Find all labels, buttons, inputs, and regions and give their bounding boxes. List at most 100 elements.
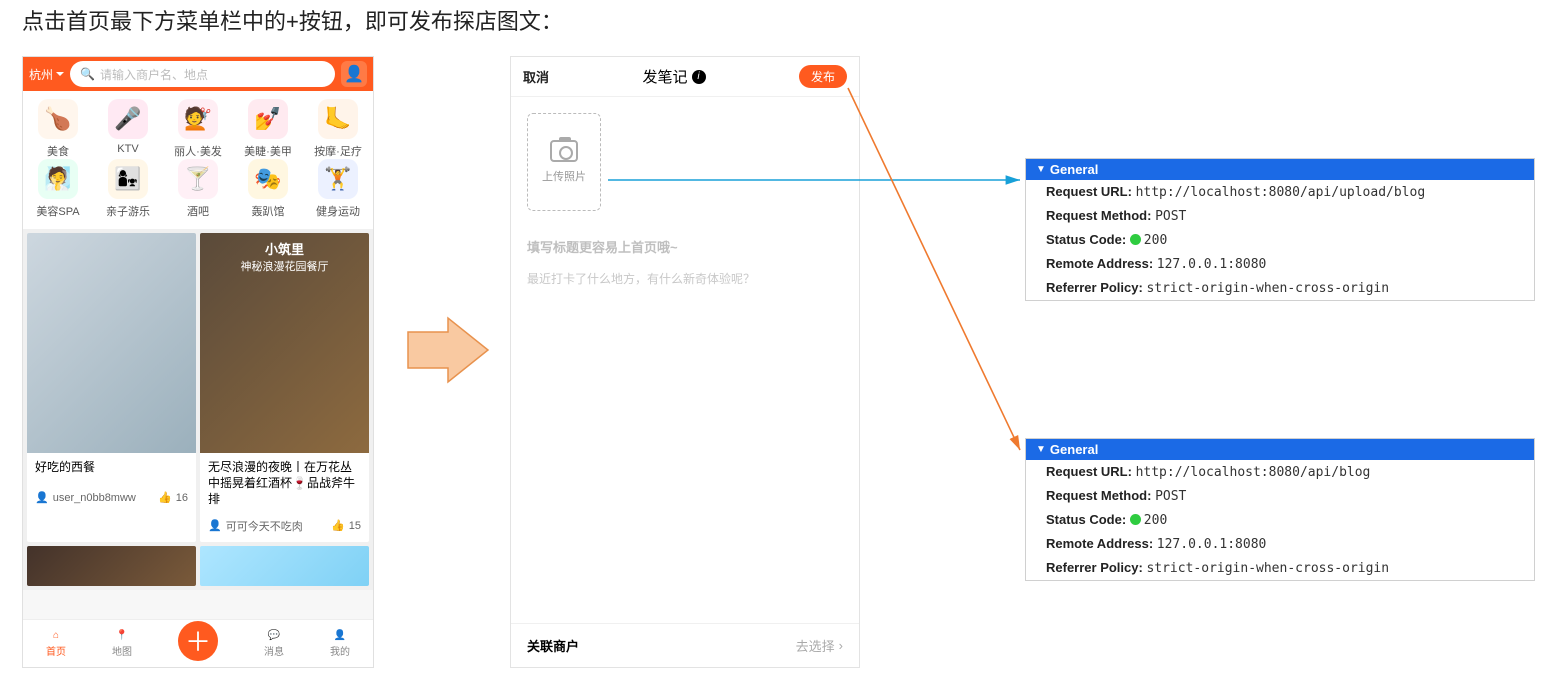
status-dot-icon: [1130, 514, 1141, 525]
feed-likes: 16: [176, 492, 188, 504]
value-request-url: http://localhost:8080/api/blog: [1136, 465, 1371, 480]
user-avatar-icon: 👤: [208, 519, 222, 532]
devtools-general-header[interactable]: General: [1026, 159, 1534, 180]
feed-overlay-title: 小筑里: [265, 239, 304, 258]
feed-title: 好吃的西餐: [27, 453, 196, 487]
devtools-panel-blog: General Request URL: http://localhost:80…: [1025, 438, 1535, 581]
publish-arrow: [848, 88, 1020, 450]
category-icon: 🧖: [38, 159, 78, 199]
feed-card-stub[interactable]: [27, 546, 196, 586]
publish-button[interactable]: 发布: [799, 65, 847, 88]
feed-card[interactable]: 小筑里 神秘浪漫花园餐厅 无尽浪漫的夜晚丨在万花丛中摇晃着红酒杯🍷品战斧牛排 👤…: [200, 233, 369, 542]
category-label: 美容SPA: [36, 203, 79, 219]
label-referrer-policy: Referrer Policy:: [1046, 280, 1143, 295]
category-grid: 🍗 美食 🎤 KTV 💇 丽人·美发 💅美睫·美甲 🦶 按摩·足疗 🧖 美容SPA 👩‍👧亲子游乐🍸酒…: [23, 91, 373, 229]
category-item[interactable]: 💅美睫·美甲: [233, 99, 303, 159]
status-dot-icon: [1130, 234, 1141, 245]
feed-image: [27, 233, 196, 453]
note-title-input[interactable]: 填写标题更容易上首页哦~: [527, 227, 843, 266]
category-item[interactable]: 🎭 轰趴馆: [233, 159, 303, 219]
label-referrer-policy: Referrer Policy:: [1046, 560, 1143, 575]
upload-photo-button[interactable]: 上传照片: [527, 113, 601, 211]
category-item[interactable]: 🧖 美容SPA: [23, 159, 93, 219]
note-body-input[interactable]: 最近打卡了什么地方，有什么新奇体验呢？: [527, 266, 843, 291]
tab-label: 首页: [46, 643, 66, 658]
city-selector[interactable]: 杭州: [29, 66, 64, 83]
category-icon: 💇: [178, 99, 218, 139]
feed: 好吃的西餐 👤user_n0bb8mww 👍16 小筑里 神秘浪漫花园餐厅 无尽…: [23, 229, 373, 590]
category-icon: 💅: [248, 99, 288, 139]
category-label: 按摩·足疗: [314, 143, 362, 159]
phone-home-mock: 杭州 🔍 请输入商户名、地点 👤 🍗 美食 🎤 KTV 💇 丽人·美发 💅美睫·美甲 🦶 按摩·…: [22, 56, 374, 668]
user-icon: 👤: [334, 630, 346, 641]
devtools-general-header[interactable]: General: [1026, 439, 1534, 460]
label-request-method: Request Method:: [1046, 488, 1151, 503]
category-label: 美食: [47, 143, 69, 159]
tab-map[interactable]: 📍 地图: [112, 630, 132, 658]
feed-image: [27, 546, 196, 586]
search-icon: 🔍: [80, 67, 95, 81]
category-icon: 🎭: [248, 159, 288, 199]
home-topbar: 杭州 🔍 请输入商户名、地点 👤: [23, 57, 373, 91]
category-item[interactable]: 🏋️健身运动: [303, 159, 373, 219]
thumbs-up-icon: 👍: [331, 519, 345, 532]
compose-title-text: 发笔记: [642, 66, 687, 87]
category-item[interactable]: 🍗 美食: [23, 99, 93, 159]
user-avatar-icon: 👤: [35, 491, 49, 504]
compose-plus-button[interactable]: ＋: [178, 621, 218, 661]
flow-arrow-icon: [408, 310, 488, 390]
feed-card-stub[interactable]: [200, 546, 369, 586]
cancel-button[interactable]: 取消: [523, 67, 549, 86]
category-label: 丽人·美发: [174, 143, 222, 159]
category-item[interactable]: 👩‍👧亲子游乐: [93, 159, 163, 219]
page-heading: 点击首页最下方菜单栏中的+按钮，即可发布探店图文：: [22, 4, 563, 36]
category-icon: 🍗: [38, 99, 78, 139]
category-icon: 🎤: [108, 99, 148, 139]
user-icon[interactable]: 👤: [341, 61, 367, 87]
value-remote-address: 127.0.0.1:8080: [1157, 257, 1267, 272]
thumbs-up-icon: 👍: [158, 491, 172, 504]
related-merchant-label: 关联商户: [527, 636, 579, 655]
tab-mine[interactable]: 👤 我的: [330, 630, 350, 658]
tab-label: 我的: [330, 643, 350, 658]
search-input[interactable]: 🔍 请输入商户名、地点: [70, 61, 335, 87]
category-label: 亲子游乐: [106, 203, 150, 219]
select-label: 去选择: [796, 636, 835, 655]
value-request-method: POST: [1155, 209, 1186, 224]
value-remote-address: 127.0.0.1:8080: [1157, 537, 1267, 552]
category-item[interactable]: 🎤 KTV: [93, 99, 163, 159]
label-request-method: Request Method:: [1046, 208, 1151, 223]
category-label: 健身运动: [316, 203, 360, 219]
feed-user: 可可今天不吃肉: [226, 518, 303, 534]
value-request-url: http://localhost:8080/api/upload/blog: [1136, 185, 1426, 200]
devtools-panel-upload: General Request URL: http://localhost:80…: [1025, 158, 1535, 301]
category-icon: 🦶: [318, 99, 358, 139]
search-placeholder: 请输入商户名、地点: [100, 66, 208, 83]
category-label: 轰趴馆: [252, 203, 285, 219]
label-status-code: Status Code:: [1046, 512, 1126, 527]
phone-compose-mock: 取消 发笔记 i 发布 上传照片 填写标题更容易上首页哦~ 最近打卡了什么地方，…: [510, 56, 860, 668]
tab-label: 地图: [112, 643, 132, 658]
related-merchant-row[interactable]: 关联商户 去选择 ›: [511, 623, 859, 667]
pin-icon: 📍: [116, 630, 128, 641]
value-referrer-policy: strict-origin-when-cross-origin: [1146, 561, 1389, 576]
tab-messages[interactable]: 💬 消息: [264, 630, 284, 658]
info-icon[interactable]: i: [692, 70, 706, 84]
camera-icon: [550, 140, 578, 162]
feed-image: 小筑里 神秘浪漫花园餐厅: [200, 233, 369, 453]
value-status-code: 200: [1144, 233, 1167, 248]
feed-card[interactable]: 好吃的西餐 👤user_n0bb8mww 👍16: [27, 233, 196, 542]
compose-header: 取消 发笔记 i 发布: [511, 57, 859, 97]
category-item[interactable]: 🦶 按摩·足疗: [303, 99, 373, 159]
value-referrer-policy: strict-origin-when-cross-origin: [1146, 281, 1389, 296]
feed-likes: 15: [349, 520, 361, 532]
category-item[interactable]: 💇 丽人·美发: [163, 99, 233, 159]
label-remote-address: Remote Address:: [1046, 256, 1153, 271]
home-icon: ⌂: [53, 630, 59, 641]
label-request-url: Request URL:: [1046, 464, 1132, 479]
tab-home[interactable]: ⌂ 首页: [46, 630, 66, 658]
feed-overlay-sub: 神秘浪漫花园餐厅: [241, 258, 329, 274]
feed-image: [200, 546, 369, 586]
category-label: KTV: [117, 143, 138, 155]
category-item[interactable]: 🍸酒吧: [163, 159, 233, 219]
